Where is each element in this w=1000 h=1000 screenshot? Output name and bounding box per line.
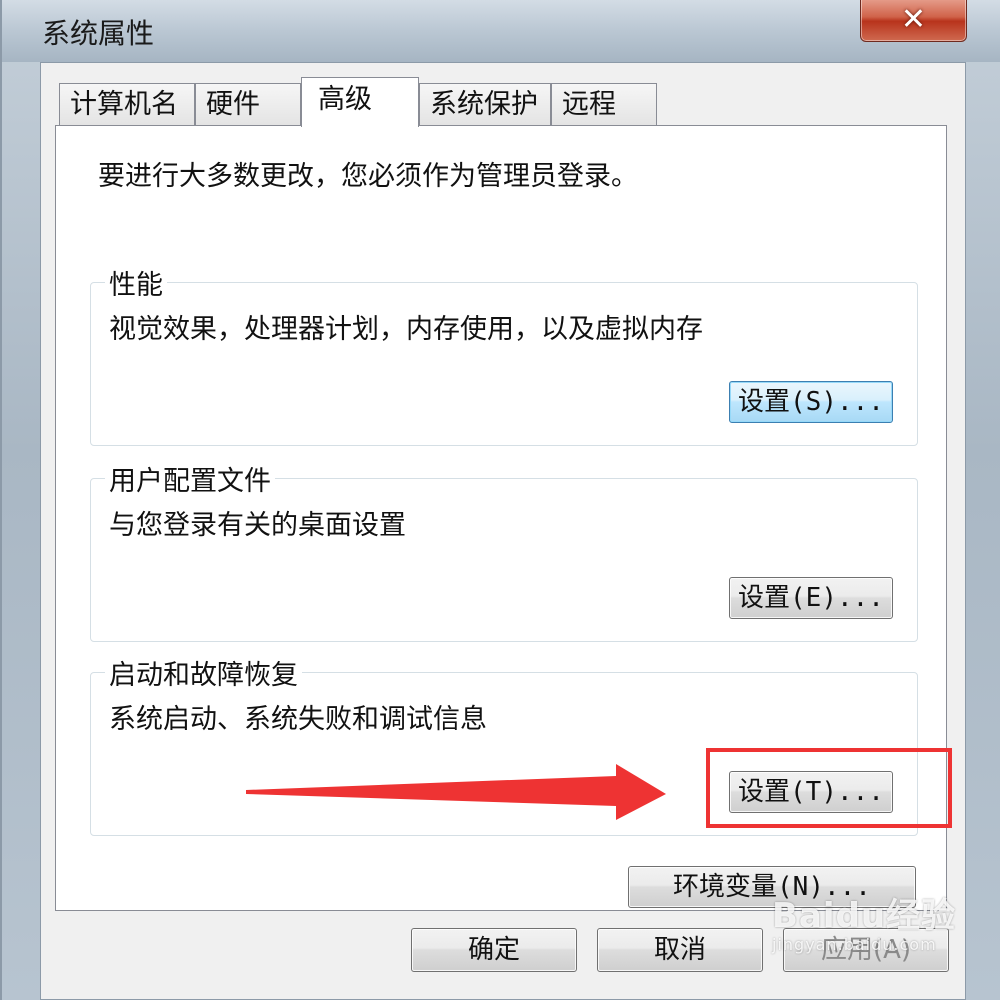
admin-notice: 要进行大多数更改，您必须作为管理员登录。 <box>98 161 638 192</box>
performance-legend: 性能 <box>105 263 167 302</box>
tab-label: 高级 <box>318 84 372 115</box>
window-title: 系统属性 <box>42 17 155 50</box>
close-icon: ✕ <box>900 1 927 37</box>
tab-label: 远程 <box>562 89 616 120</box>
user-profiles-settings-button[interactable]: 设置(E)... <box>729 577 893 619</box>
performance-settings-button[interactable]: 设置(S)... <box>729 381 893 423</box>
tab-label: 硬件 <box>206 89 260 120</box>
dialog-client-area: 计算机名 硬件 高级 系统保护 远程 要进行大多数更改，您必须作为管理员登录。 … <box>40 62 966 1000</box>
ok-button[interactable]: 确定 <box>411 928 577 972</box>
performance-description: 视觉效果，处理器计划，内存使用，以及虚拟内存 <box>109 314 703 345</box>
tab-advanced[interactable]: 高级 <box>301 77 419 127</box>
system-properties-window: 系统属性 ✕ 计算机名 硬件 高级 系统保护 远程 要进行大多数更改，您必须作为… <box>0 0 1000 1000</box>
title-bar[interactable]: 系统属性 ✕ <box>2 0 1000 62</box>
tab-hardware[interactable]: 硬件 <box>195 83 301 125</box>
baidu-watermark: Baidu经验 jingyan.baidu.com <box>772 888 956 954</box>
tab-label: 系统保护 <box>430 89 538 120</box>
tab-remote[interactable]: 远程 <box>551 83 657 125</box>
advanced-tab-panel: 要进行大多数更改，您必须作为管理员登录。 性能 视觉效果，处理器计划，内存使用，… <box>55 125 952 911</box>
highlight-box <box>706 748 952 828</box>
watermark-url: jingyan.baidu.com <box>772 935 937 954</box>
user-profiles-legend: 用户配置文件 <box>105 459 275 498</box>
performance-group: 性能 视觉效果，处理器计划，内存使用，以及虚拟内存 设置(S)... <box>90 263 918 446</box>
tab-system-protection[interactable]: 系统保护 <box>419 83 551 125</box>
pointer-arrow-icon <box>246 764 666 820</box>
user-profiles-description: 与您登录有关的桌面设置 <box>109 510 406 541</box>
user-profiles-group: 用户配置文件 与您登录有关的桌面设置 设置(E)... <box>90 459 918 642</box>
startup-recovery-description: 系统启动、系统失败和调试信息 <box>109 704 487 735</box>
startup-recovery-legend: 启动和故障恢复 <box>105 653 302 692</box>
cancel-button[interactable]: 取消 <box>597 928 763 972</box>
close-button[interactable]: ✕ <box>860 0 967 42</box>
tab-label: 计算机名 <box>70 89 178 120</box>
tab-computer-name[interactable]: 计算机名 <box>59 83 195 125</box>
watermark-logo: Baidu经验 <box>772 896 957 936</box>
